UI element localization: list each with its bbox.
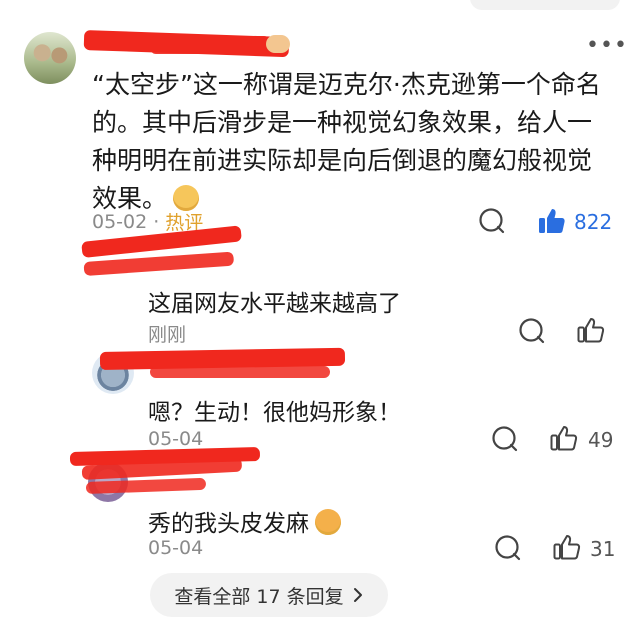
redacted-username <box>150 366 330 378</box>
comment-date: 05-02 <box>92 210 148 233</box>
thumbs-up-icon[interactable] <box>576 315 606 345</box>
view-all-replies-button[interactable]: 查看全部 17 条回复 <box>150 573 388 617</box>
avatar[interactable] <box>24 32 76 84</box>
comment-bubble-icon[interactable] <box>494 534 522 562</box>
comment-bubble-icon[interactable] <box>491 425 519 453</box>
meta-separator: · <box>153 210 160 233</box>
like-count: 49 <box>588 428 614 452</box>
blushing-emoji-icon <box>315 509 341 535</box>
level-badge-icon <box>266 35 290 53</box>
comment-bubble-icon[interactable] <box>478 207 506 235</box>
reply-time: 刚刚 <box>148 324 187 346</box>
top-bar-pill <box>470 0 620 10</box>
comment-text: “太空步”这一称谓是迈克尔·杰克逊第一个命名的。其中后滑步是一种视觉幻象效果，给… <box>92 70 601 213</box>
view-all-label: 查看全部 17 条回复 <box>174 585 344 608</box>
reply-time: 05-04 <box>148 428 204 450</box>
reply-text: 秀的我头皮发麻 <box>148 504 341 538</box>
like-count: 31 <box>590 537 616 561</box>
like-count: 822 <box>574 210 613 234</box>
reply-time: 05-04 <box>148 537 204 559</box>
reply-text: 这届网友水平越来越高了 <box>148 291 401 317</box>
reply-text-content: 秀的我头皮发麻 <box>148 511 309 537</box>
thumbs-up-icon[interactable] <box>549 423 579 453</box>
redacted-username <box>150 36 270 54</box>
thumbs-up-icon[interactable] <box>537 206 567 236</box>
reply-text: 嗯？生动！很他妈形象！ <box>148 400 401 426</box>
comment-body: “太空步”这一称谓是迈克尔·杰克逊第一个命名的。其中后滑步是一种视觉幻象效果，给… <box>92 66 612 218</box>
chevron-right-icon <box>352 587 364 603</box>
thumbs-up-icon[interactable] <box>552 532 582 562</box>
comment-bubble-icon[interactable] <box>518 317 546 345</box>
more-icon[interactable]: ••• <box>586 33 628 58</box>
